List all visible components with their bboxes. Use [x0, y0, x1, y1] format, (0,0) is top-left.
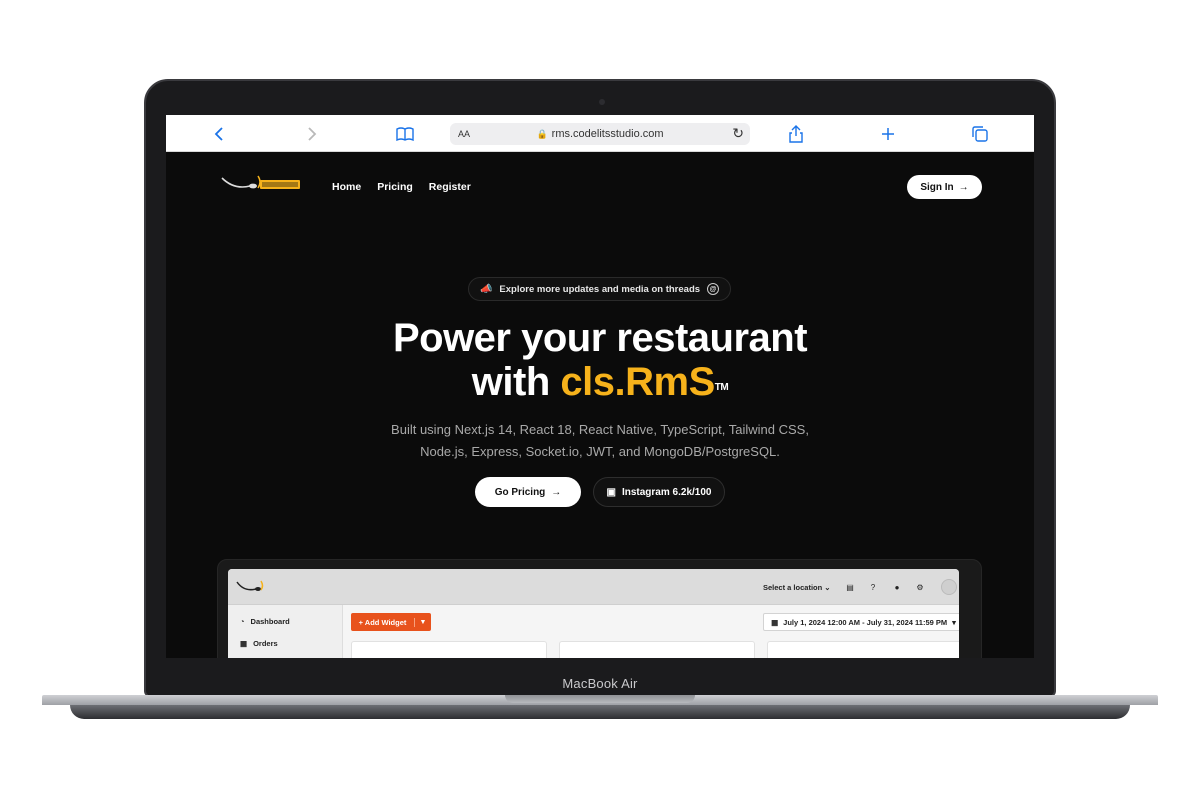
brand-name: cls.RmS — [560, 360, 715, 404]
sidebar-item-label: Dashboard — [250, 617, 290, 626]
instagram-icon: ▣ — [606, 486, 616, 498]
orders-icon: ▦ — [240, 639, 248, 648]
nav-links: Home Pricing Register — [332, 181, 471, 193]
go-pricing-label: Go Pricing — [494, 486, 546, 498]
browser-toolbar: AA 🔒 rms.codelitsstudio.com ↻ — [166, 115, 1034, 152]
instagram-label: Instagram 6.2k/100 — [621, 486, 712, 498]
nav-pricing[interactable]: Pricing — [377, 181, 413, 193]
sidebar-item-dashboard[interactable]: ◔ Dashboard — [240, 617, 290, 626]
hero-title-line1: Power your restaurant — [392, 316, 808, 360]
widget-card — [351, 641, 547, 658]
model-label: MacBook Air — [562, 676, 638, 691]
hero-title-line2: with cls.RmSTM — [166, 360, 1034, 404]
chevron-down-icon: ⌄ — [824, 583, 831, 592]
chevron-left-icon[interactable] — [208, 123, 230, 145]
gear-icon[interactable]: ⚙ — [915, 582, 925, 592]
location-select-label: Select a location — [763, 583, 823, 592]
add-widget-label: + Add Widget — [351, 617, 415, 627]
date-range-picker[interactable]: ▦ July 1, 2024 12:00 AM - July 31, 2024 … — [763, 613, 959, 631]
arrow-right-icon: → — [958, 181, 969, 193]
dashboard-topbar: Select a location ⌄ ▤ ? ● ⚙ — [228, 569, 959, 605]
laptop-screen: AA 🔒 rms.codelitsstudio.com ↻ Home Prici… — [166, 115, 1034, 658]
chevron-right-icon[interactable] — [301, 123, 323, 145]
laptop-notch — [505, 695, 695, 703]
widget-card — [767, 641, 959, 658]
bell-icon[interactable]: ● — [892, 582, 902, 592]
go-pricing-button[interactable]: Go Pricing → — [475, 477, 581, 507]
dashboard-sidebar: ◔ Dashboard ▦ Orders — [228, 605, 343, 658]
threads-icon: @ — [707, 283, 720, 295]
plus-icon[interactable] — [877, 123, 899, 145]
avatar[interactable] — [941, 579, 957, 595]
share-icon[interactable] — [785, 123, 807, 145]
announcement-text: Explore more updates and media on thread… — [499, 283, 701, 295]
reload-icon[interactable]: ↻ — [732, 125, 744, 142]
laptop-mockup: AA 🔒 rms.codelitsstudio.com ↻ Home Prici… — [0, 0, 1200, 800]
nav-home[interactable]: Home — [332, 181, 361, 193]
help-icon[interactable]: ? — [868, 582, 878, 592]
tabs-icon[interactable] — [969, 123, 991, 145]
location-select[interactable]: Select a location ⌄ — [763, 583, 831, 592]
url-display: 🔒 rms.codelitsstudio.com — [450, 128, 750, 140]
address-bar[interactable]: AA 🔒 rms.codelitsstudio.com ↻ — [450, 123, 750, 145]
chevron-down-icon[interactable]: ▼ — [415, 619, 431, 626]
dashboard-preview: Select a location ⌄ ▤ ? ● ⚙ ◔ Dashboard ▦… — [228, 569, 959, 658]
trademark: TM — [714, 382, 729, 393]
register-icon[interactable]: ▤ — [845, 582, 855, 592]
hero-subtitle: Built using Next.js 14, React 18, React … — [391, 422, 809, 459]
laptop-base-bottom — [70, 705, 1130, 719]
sign-in-button[interactable]: Sign In → — [907, 175, 982, 199]
camera-icon — [599, 99, 605, 105]
site-nav: Home Pricing Register Sign In → — [166, 152, 1034, 212]
caret-down-icon: ▾ — [952, 617, 956, 627]
instagram-button[interactable]: ▣ Instagram 6.2k/100 — [593, 477, 725, 507]
nav-register[interactable]: Register — [429, 181, 471, 193]
lock-icon: 🔒 — [536, 129, 548, 139]
website: Home Pricing Register Sign In → 📣 Explor… — [166, 152, 1034, 658]
logo-icon[interactable] — [220, 174, 302, 194]
text-size-button[interactable]: AA — [458, 129, 470, 139]
hero-title: Power your restaurant with cls.RmSTM — [166, 316, 1034, 404]
sign-in-label: Sign In — [920, 181, 954, 193]
date-range-label: July 1, 2024 12:00 AM - July 31, 2024 11… — [783, 617, 948, 627]
calendar-icon: ▦ — [771, 617, 779, 627]
add-widget-button[interactable]: + Add Widget ▼ — [351, 613, 431, 631]
dashboard-icon: ◔ — [240, 617, 245, 626]
sidebar-item-orders[interactable]: ▦ Orders — [240, 639, 278, 648]
widget-card — [559, 641, 755, 658]
book-icon[interactable] — [394, 123, 416, 145]
sidebar-item-label: Orders — [253, 639, 278, 648]
arrow-right-icon: → — [551, 486, 562, 498]
megaphone-icon: 📣 — [479, 283, 493, 295]
announcement-pill[interactable]: 📣 Explore more updates and media on thre… — [468, 277, 731, 301]
url-text: rms.codelitsstudio.com — [551, 128, 664, 140]
dashboard-logo-icon — [236, 580, 264, 591]
hero-title-with: with — [471, 360, 561, 404]
